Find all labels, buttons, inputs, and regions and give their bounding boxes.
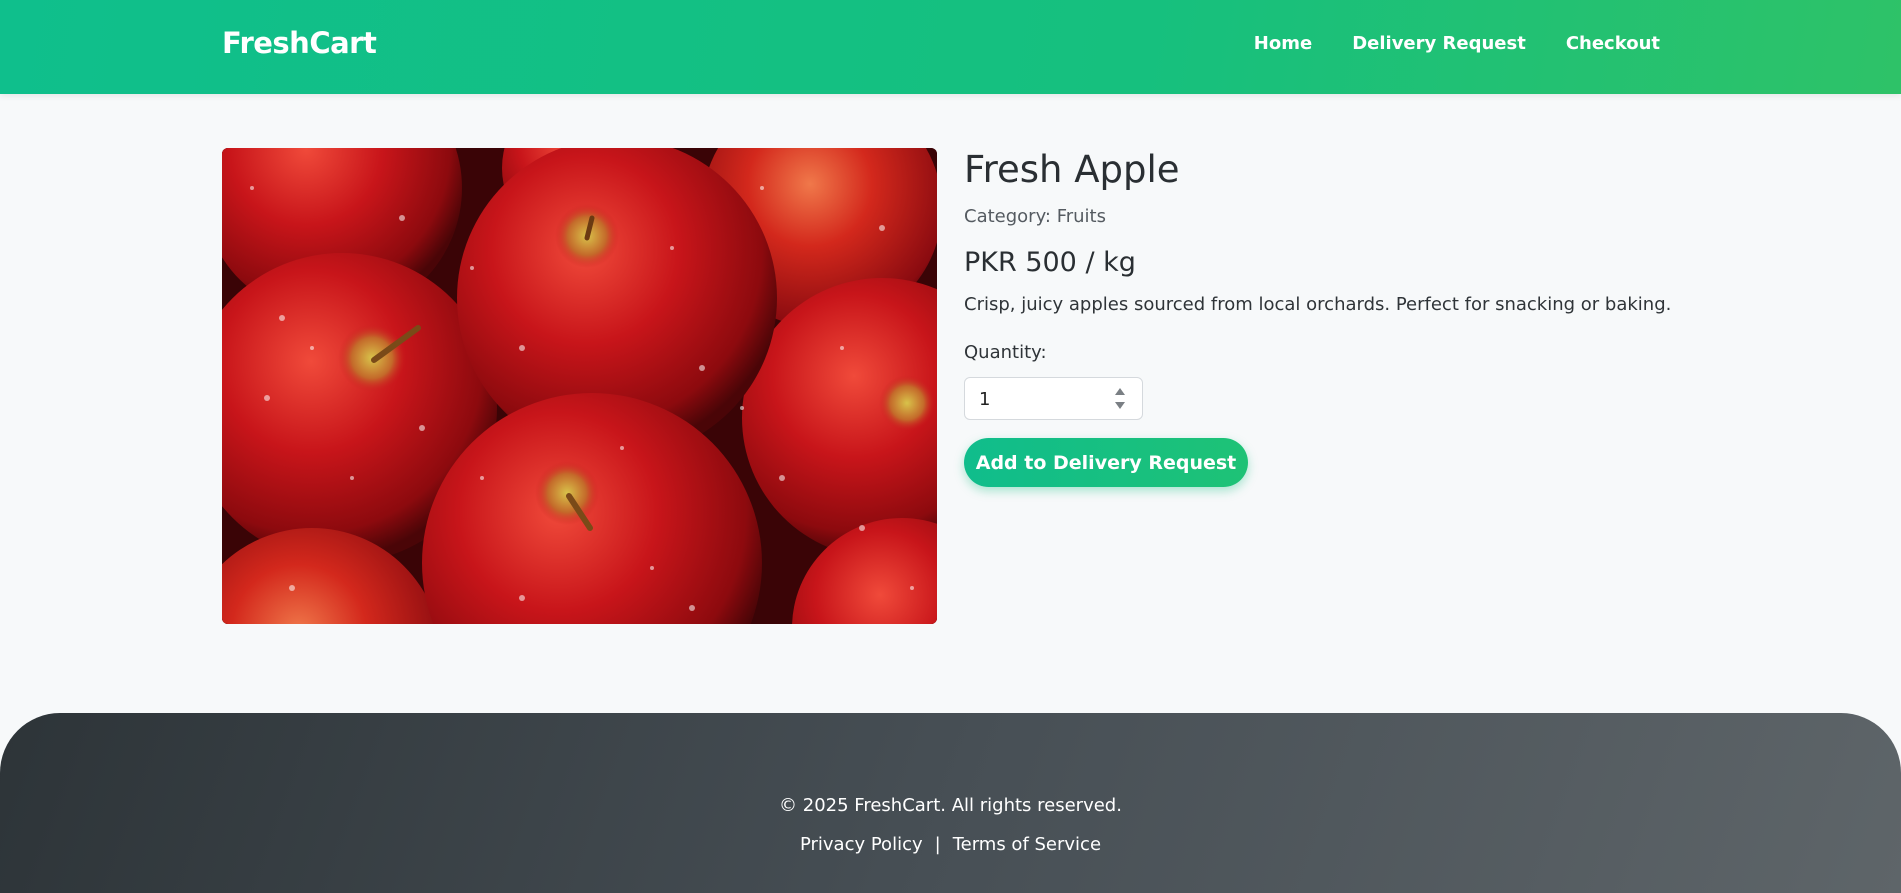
footer-separator: | — [934, 834, 941, 855]
quantity-label: Quantity: — [964, 342, 1047, 363]
increment-arrow-icon[interactable] — [1115, 388, 1125, 395]
footer-links: Privacy Policy | Terms of Service — [0, 834, 1901, 855]
product-category: Category: Fruits — [964, 206, 1106, 227]
product-title: Fresh Apple — [964, 148, 1180, 191]
product-description: Crisp, juicy apples sourced from local o… — [964, 294, 1672, 315]
quantity-stepper[interactable] — [1114, 385, 1126, 413]
product-price: PKR 500 / kg — [964, 247, 1136, 278]
add-to-delivery-request-button[interactable]: Add to Delivery Request — [964, 438, 1248, 487]
apples-photo — [222, 148, 937, 624]
privacy-policy-link[interactable]: Privacy Policy — [800, 834, 923, 855]
copyright-text: © 2025 FreshCart. All rights reserved. — [779, 795, 1122, 816]
nav-link-home[interactable]: Home — [1254, 33, 1312, 54]
nav-link-checkout[interactable]: Checkout — [1566, 33, 1660, 54]
brand-logo[interactable]: FreshCart — [222, 26, 377, 60]
quantity-input[interactable]: 1 — [964, 377, 1143, 420]
product-image — [222, 148, 937, 624]
quantity-value[interactable]: 1 — [979, 389, 990, 410]
product-info: Fresh Apple Category: Fruits PKR 500 / k… — [964, 148, 1684, 487]
decrement-arrow-icon[interactable] — [1115, 402, 1125, 409]
main-nav: Home Delivery Request Checkout — [1254, 33, 1660, 54]
nav-link-delivery-request[interactable]: Delivery Request — [1352, 33, 1526, 54]
site-footer: © 2025 FreshCart. All rights reserved. P… — [0, 713, 1901, 893]
terms-of-service-link[interactable]: Terms of Service — [953, 834, 1101, 855]
top-navbar: FreshCart Home Delivery Request Checkout — [0, 0, 1901, 94]
